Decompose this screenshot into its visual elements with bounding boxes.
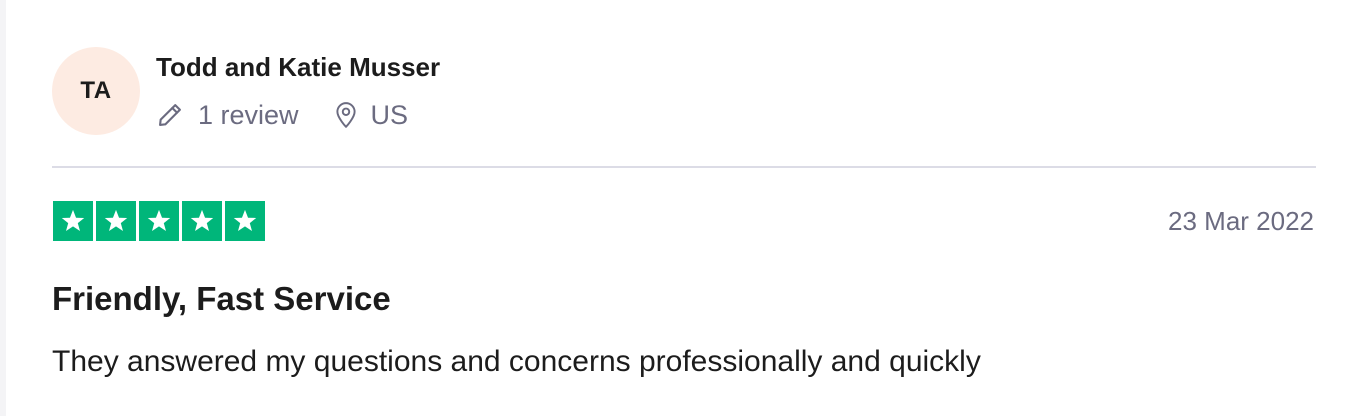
star-icon: [96, 201, 136, 241]
pencil-icon: [156, 101, 184, 129]
avatar-initials: TA: [80, 77, 112, 104]
divider: [52, 166, 1316, 168]
reviewer-name[interactable]: Todd and Katie Musser: [156, 52, 440, 82]
location-pin-icon: [333, 101, 359, 129]
star-icon: [225, 201, 265, 241]
reviewer-meta: 1 review US: [156, 97, 408, 133]
star-icon: [182, 201, 222, 241]
avatar[interactable]: TA: [52, 47, 140, 135]
review-count-label: 1 review: [198, 99, 299, 130]
star-icon: [53, 201, 93, 241]
star-icon: [139, 201, 179, 241]
reviewer-location: US: [333, 99, 409, 131]
review-text: They answered my questions and concerns …: [52, 345, 981, 378]
left-edge-border: [0, 0, 6, 416]
review-count: 1 review: [156, 100, 299, 131]
review-card: TA Todd and Katie Musser 1 review US 23 …: [0, 0, 1360, 416]
review-date: 23 Mar 2022: [1168, 206, 1314, 236]
country-label: US: [370, 99, 409, 130]
star-rating: [53, 201, 265, 241]
review-title[interactable]: Friendly, Fast Service: [52, 280, 391, 318]
